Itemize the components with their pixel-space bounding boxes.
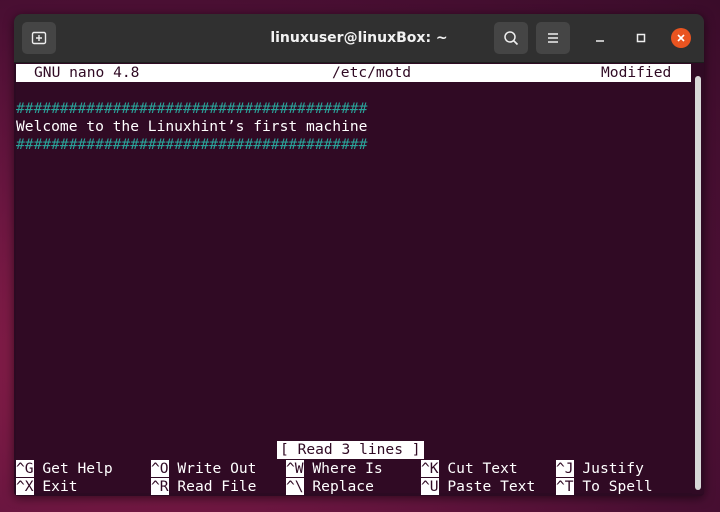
status-message: [ Read 3 lines ] (277, 441, 424, 459)
close-button[interactable] (671, 28, 691, 48)
shortcut-key: ^K (421, 460, 439, 477)
maximize-icon (636, 33, 646, 43)
nano-version: GNU nano 4.8 (34, 64, 140, 81)
nano-header-bar: GNU nano 4.8 /etc/motd Modified (16, 64, 691, 82)
shortcut-cut-text[interactable]: ^K Cut Text (421, 460, 518, 478)
shortcut-read-file[interactable]: ^R Read File (151, 478, 256, 496)
file-line-3[interactable]: ######################################## (16, 136, 367, 154)
title-bar[interactable]: linuxuser@linuxBox: ~ (14, 14, 704, 63)
shortcut-label: Get Help (42, 460, 113, 477)
file-line-2[interactable]: Welcome to the Linuxhint’s first machine (16, 118, 367, 136)
terminal-area[interactable]: GNU nano 4.8 /etc/motd Modified ########… (16, 63, 692, 496)
nano-filename: /etc/motd (332, 64, 412, 81)
hamburger-menu-icon (548, 33, 558, 43)
shortcut-where-is[interactable]: ^W Where Is (286, 460, 383, 478)
shortcut-label: Paste Text (447, 478, 536, 495)
shortcut-get-help[interactable]: ^G Get Help (16, 460, 113, 478)
shortcut-label: To Spell (582, 478, 653, 495)
shortcut-key: ^J (556, 460, 574, 477)
shortcut-key: ^T (556, 478, 574, 495)
shortcut-exit[interactable]: ^X Exit (16, 478, 78, 496)
file-line-1[interactable]: ######################################## (16, 100, 367, 118)
shortcut-to-spell[interactable]: ^T To Spell (556, 478, 653, 496)
terminal-window: linuxuser@linuxBox: ~ GNU nano 4.8 /etc/… (14, 14, 704, 496)
shortcut-label: Replace (312, 478, 374, 495)
shortcut-label: Justify (582, 460, 644, 477)
new-tab-button[interactable] (22, 22, 56, 54)
maximize-button[interactable] (631, 28, 651, 48)
shortcut-key: ^\ (286, 478, 304, 495)
search-icon (504, 31, 519, 46)
shortcut-key: ^G (16, 460, 34, 477)
scrollbar-thumb[interactable] (695, 76, 701, 490)
minimize-icon (596, 40, 604, 42)
shortcut-key: ^R (151, 478, 169, 495)
search-button[interactable] (494, 22, 528, 54)
shortcut-label: Read File (177, 478, 257, 495)
new-tab-icon (31, 31, 47, 45)
shortcut-label: Cut Text (447, 460, 518, 477)
nano-modified-state: Modified (601, 64, 672, 81)
shortcut-replace[interactable]: ^\ Replace (286, 478, 374, 496)
shortcut-paste-text[interactable]: ^U Paste Text (421, 478, 535, 496)
menu-button[interactable] (536, 22, 570, 54)
close-icon (677, 34, 685, 42)
shortcut-justify[interactable]: ^J Justify (556, 460, 644, 478)
shortcut-key: ^O (151, 460, 169, 477)
shortcut-key: ^X (16, 478, 34, 495)
shortcut-label: Write Out (177, 460, 257, 477)
shortcut-write-out[interactable]: ^O Write Out (151, 460, 256, 478)
minimize-button[interactable] (590, 28, 610, 48)
shortcut-label: Exit (42, 478, 78, 495)
shortcut-key: ^W (286, 460, 304, 477)
shortcut-label: Where Is (312, 460, 383, 477)
shortcut-key: ^U (421, 478, 439, 495)
